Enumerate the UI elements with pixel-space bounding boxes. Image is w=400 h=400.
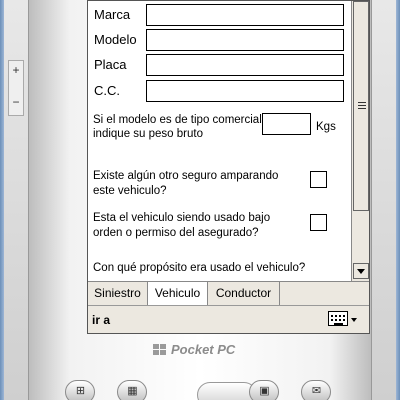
navigation-pad[interactable] <box>197 382 257 400</box>
tab-siniestro[interactable]: Siniestro <box>88 282 148 305</box>
hardware-mail-button[interactable]: ✉ <box>301 380 331 400</box>
weight-question-line2: indique su peso bruto <box>93 128 203 140</box>
zoom-side-buttons: + − <box>8 60 24 116</box>
zoom-out-button[interactable]: − <box>10 95 22 109</box>
tab-vehiculo[interactable]: Vehiculo <box>148 282 208 305</box>
calendar-icon: ▦ <box>127 385 138 397</box>
modelo-input[interactable] <box>146 29 344 51</box>
pocket-pc-device: Marca Modelo Placa C.C. Si el modelo es … <box>28 0 372 400</box>
zoom-in-button[interactable]: + <box>10 63 22 77</box>
usage-question-line1: Esta el vehiculo siendo usado bajo <box>93 212 271 224</box>
goto-menu[interactable]: ir a <box>92 313 110 327</box>
scroll-thumb[interactable] <box>353 1 369 211</box>
tab-conductor[interactable]: Conductor <box>208 282 280 305</box>
vehicle-form: Marca Modelo Placa C.C. Si el modelo es … <box>88 1 351 281</box>
window-edge-right <box>396 0 400 400</box>
brand-label: Pocket PC <box>171 342 236 357</box>
hardware-contacts-button[interactable]: ▣ <box>249 380 279 400</box>
weight-unit-label: Kgs <box>316 121 336 133</box>
mail-icon: ✉ <box>311 385 322 397</box>
vertical-scrollbar[interactable] <box>351 1 369 281</box>
other-insurance-checkbox[interactable] <box>310 171 327 188</box>
window-edge-left <box>0 0 4 400</box>
placa-label: Placa <box>94 57 127 72</box>
keyboard-icon[interactable] <box>328 311 348 326</box>
purpose-question: Con qué propósito era usado el vehiculo? <box>93 262 306 274</box>
modelo-label: Modelo <box>94 32 137 47</box>
usage-permission-checkbox[interactable] <box>310 214 327 231</box>
device-screen: Marca Modelo Placa C.C. Si el modelo es … <box>87 0 370 334</box>
cc-label: C.C. <box>94 83 120 98</box>
insurance-question-line2: este vehiculo? <box>93 185 167 197</box>
windows-icon: ⊞ <box>75 385 86 397</box>
windows-logo-icon <box>153 344 166 355</box>
hardware-calendar-button[interactable]: ▦ <box>117 380 147 400</box>
peso-bruto-input[interactable] <box>262 113 311 135</box>
usage-question-line2: orden o permiso del asegurado? <box>93 227 259 239</box>
command-bar: ir a <box>88 305 369 333</box>
grip-icon <box>358 102 366 109</box>
marca-label: Marca <box>94 7 131 22</box>
tab-bar: Siniestro Vehiculo Conductor <box>88 281 369 305</box>
input-selector-arrow-icon[interactable] <box>351 318 357 322</box>
insurance-question-line1: Existe algún otro seguro amparando <box>93 170 279 182</box>
cc-input[interactable] <box>146 80 344 102</box>
placa-input[interactable] <box>146 54 344 76</box>
chevron-down-icon[interactable] <box>353 263 369 279</box>
contacts-icon: ▣ <box>259 385 270 397</box>
hardware-start-button[interactable]: ⊞ <box>65 380 95 400</box>
weight-question-line1: Si el modelo es de tipo comercial <box>93 114 262 126</box>
marca-input[interactable] <box>146 4 344 26</box>
